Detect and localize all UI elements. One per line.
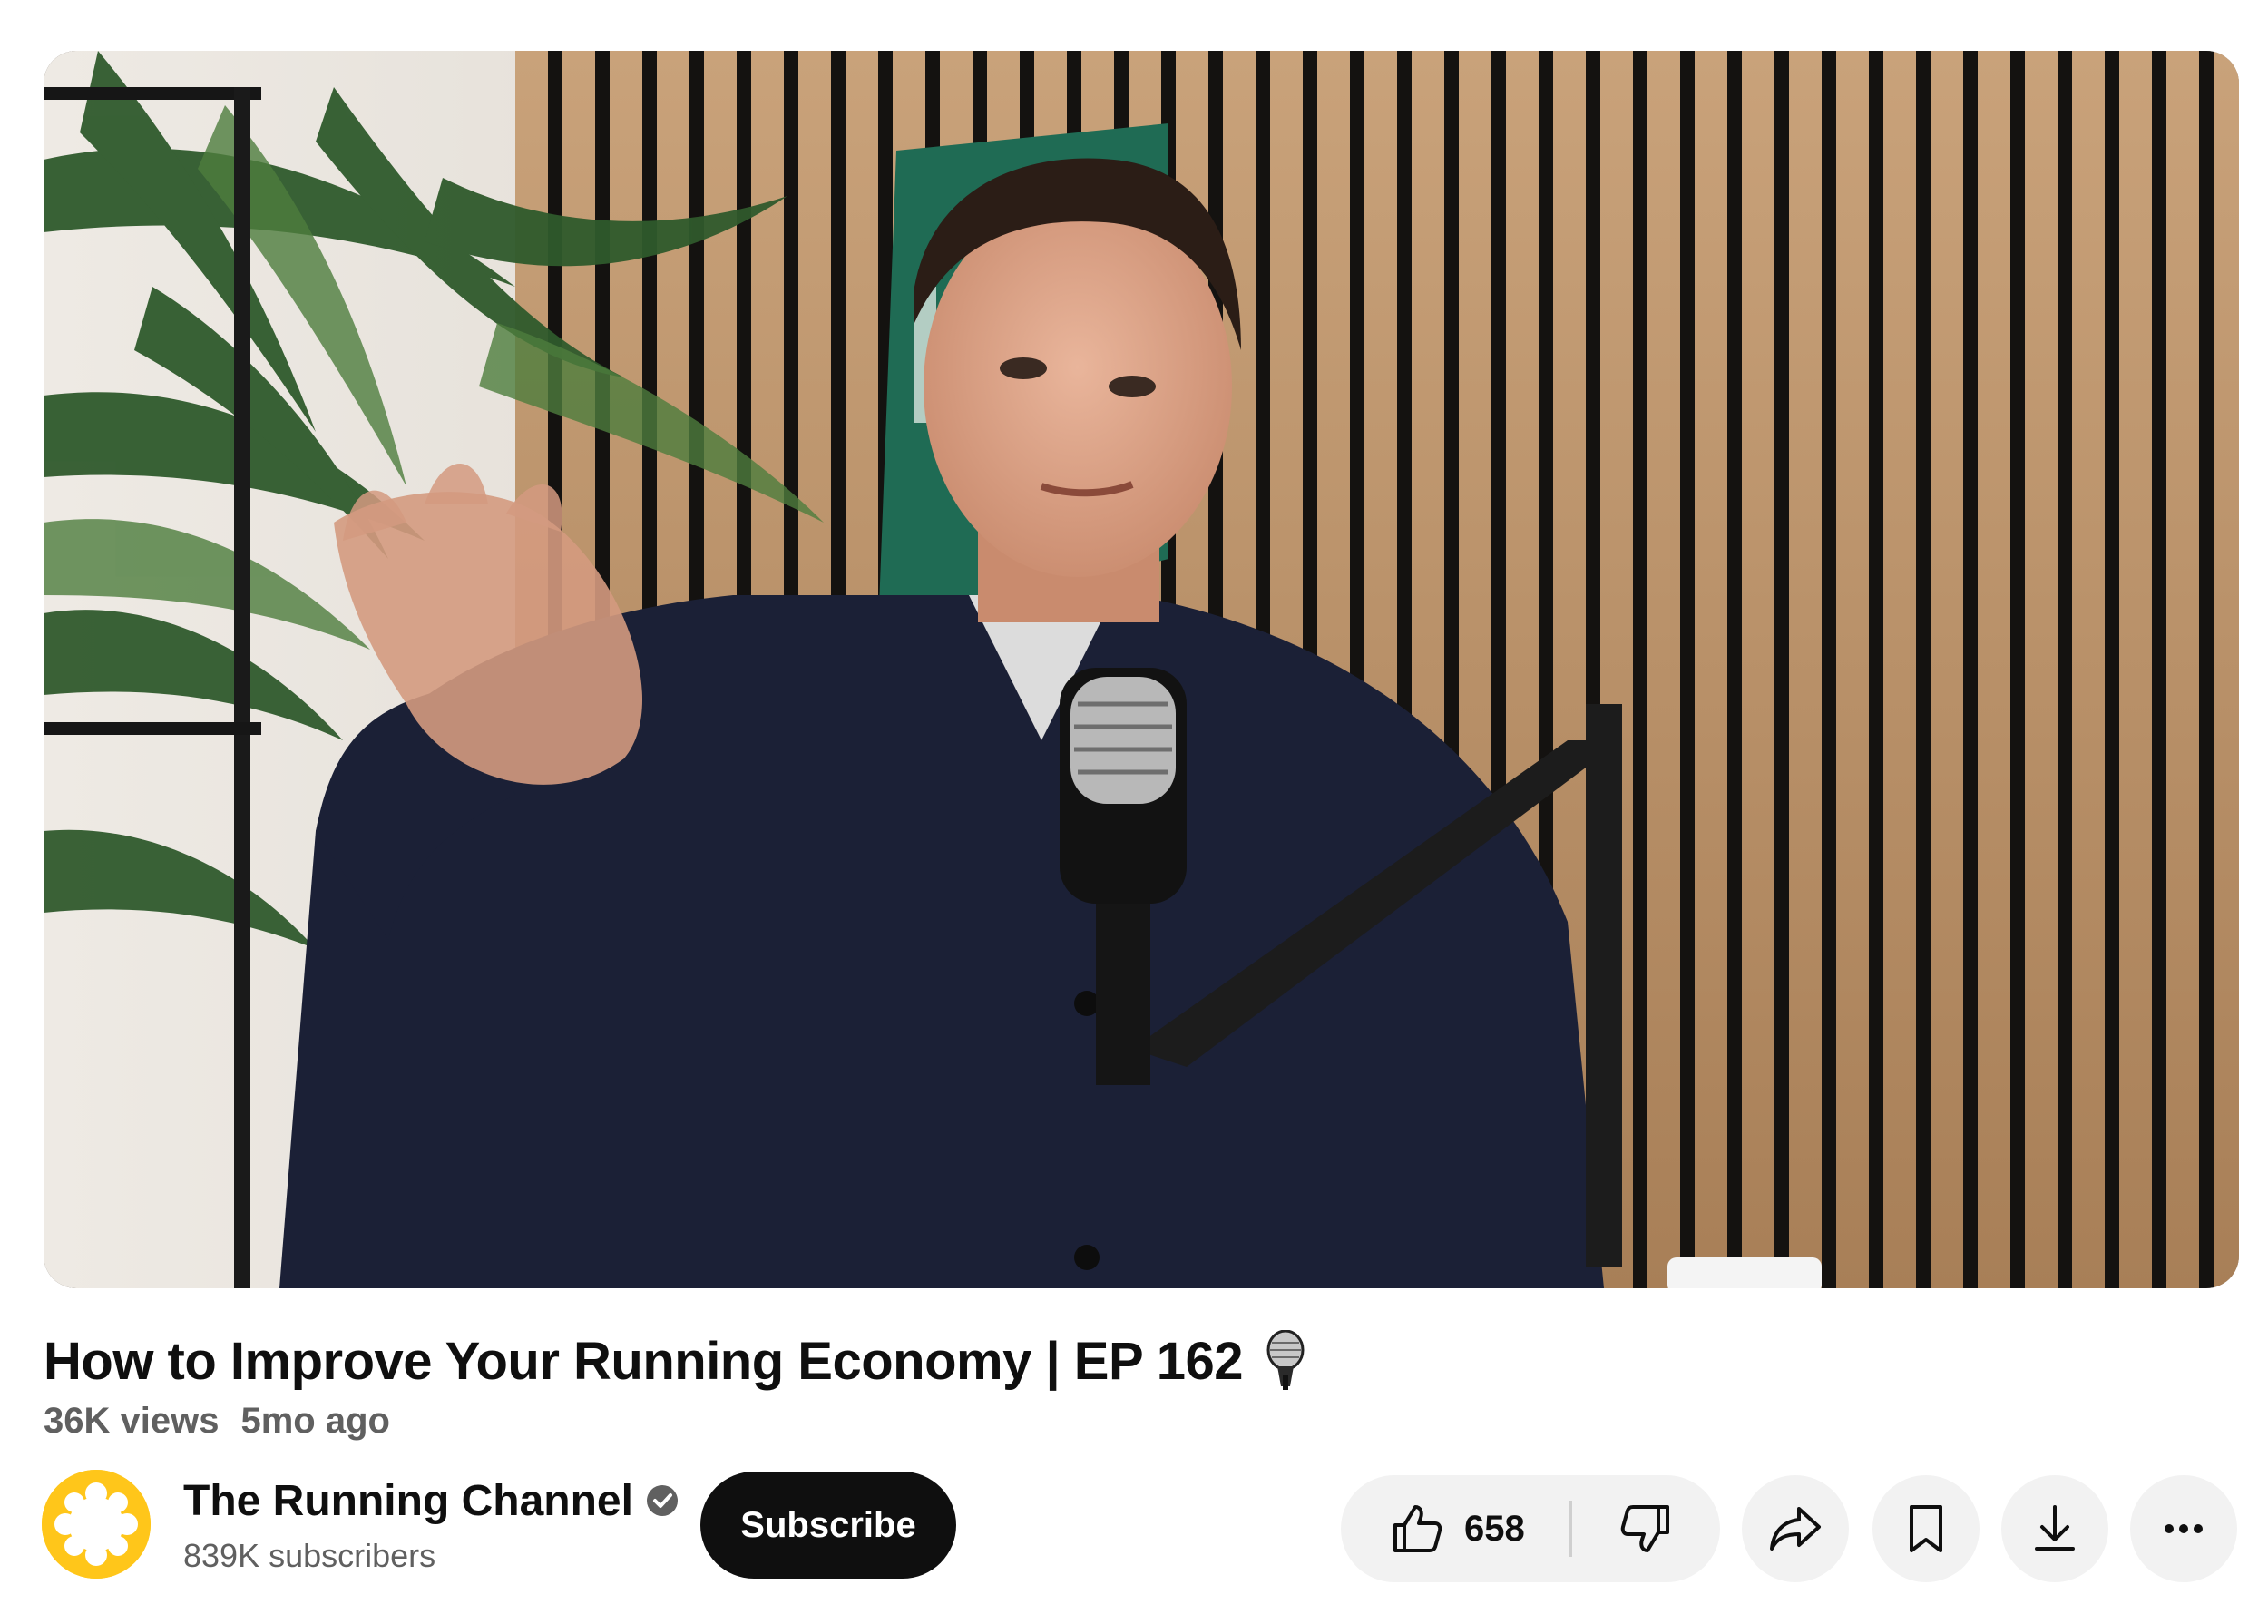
upload-age: 5mo ago (240, 1400, 390, 1441)
share-arrow-icon (1770, 1507, 1821, 1551)
channel-avatar[interactable] (42, 1470, 151, 1579)
bookmark-icon (1910, 1505, 1942, 1552)
share-button[interactable] (1742, 1475, 1849, 1582)
save-button[interactable] (1872, 1475, 1980, 1582)
thumbs-down-icon (1620, 1505, 1669, 1552)
download-icon (2035, 1505, 2075, 1551)
channel-info: The Running Channel 839K subscribers (183, 1472, 679, 1575)
video-meta: 36K views 5mo ago (44, 1394, 390, 1448)
channel-name[interactable]: The Running Channel (183, 1476, 633, 1526)
subscriber-count: 839K subscribers (183, 1537, 436, 1574)
video-player[interactable] (44, 51, 2239, 1288)
more-actions-button[interactable] (2130, 1475, 2237, 1582)
video-frame (44, 51, 2239, 1288)
video-title-row: How to Improve Your Running Economy | EP… (44, 1325, 1310, 1397)
download-button[interactable] (2001, 1475, 2108, 1582)
thumbs-up-icon (1393, 1505, 1442, 1552)
more-horizontal-icon (2165, 1524, 2203, 1533)
like-count: 658 (1464, 1509, 1525, 1549)
channel-logo-icon (42, 1470, 151, 1579)
watch-page: How to Improve Your Running Economy | EP… (0, 0, 2268, 1624)
like-dislike-group: 658 (1341, 1475, 1720, 1582)
view-count: 36K views (44, 1400, 220, 1441)
channel-name-row: The Running Channel (183, 1472, 679, 1530)
verified-check-icon (646, 1485, 678, 1516)
subscribe-button[interactable]: Subscribe (700, 1472, 956, 1579)
microphone-icon (1266, 1330, 1305, 1390)
dislike-button[interactable] (1573, 1475, 1720, 1582)
like-divider (1569, 1501, 1572, 1557)
like-button[interactable]: 658 (1341, 1475, 1573, 1582)
video-title: How to Improve Your Running Economy | EP… (44, 1331, 1244, 1391)
